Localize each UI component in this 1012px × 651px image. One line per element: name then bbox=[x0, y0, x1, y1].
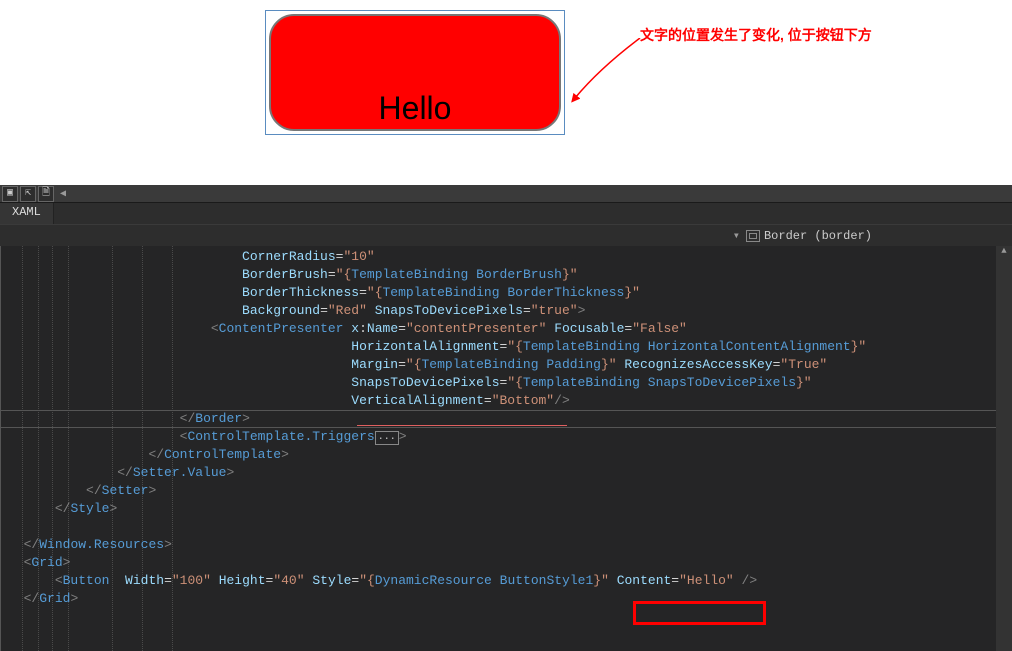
border-element-icon bbox=[746, 230, 760, 242]
breadcrumb-text[interactable]: Border (border) bbox=[764, 229, 872, 243]
toolbar-button-3[interactable]: 🗎 bbox=[38, 186, 54, 202]
tab-xaml[interactable]: XAML bbox=[0, 203, 54, 224]
code-text[interactable]: CornerRadius="10" BorderBrush="{Template… bbox=[8, 248, 1012, 608]
annotation-text: 文字的位置发生了变化, 位于按钮下方 bbox=[640, 25, 872, 45]
design-preview-area: Hello 文字的位置发生了变化, 位于按钮下方 bbox=[0, 0, 1012, 185]
breadcrumb-bar: ▾ Border (border) bbox=[0, 224, 1012, 246]
demo-button-label: Hello bbox=[379, 90, 452, 127]
collapse-toggle[interactable]: ... bbox=[375, 431, 399, 445]
scroll-up-icon[interactable]: ▲ bbox=[996, 246, 1012, 260]
tab-strip: XAML bbox=[0, 203, 1012, 224]
breadcrumb-dropdown-icon[interactable]: ▾ bbox=[733, 228, 740, 243]
toolbar-button-2[interactable]: ⇱ bbox=[20, 186, 36, 202]
toolbar-button-1[interactable]: ▣ bbox=[2, 186, 18, 202]
demo-button[interactable]: Hello bbox=[269, 14, 561, 131]
editor-toolbar: ▣ ⇱ 🗎 ◀ bbox=[0, 185, 1012, 203]
xaml-editor: ▣ ⇱ 🗎 ◀ XAML ▾ Border (border) bbox=[0, 185, 1012, 651]
toolbar-scroll-left-icon[interactable]: ◀ bbox=[60, 188, 66, 200]
outline-gutter bbox=[0, 246, 8, 651]
annotation-arrow bbox=[570, 38, 650, 118]
vertical-scrollbar[interactable]: ▲ bbox=[996, 246, 1012, 651]
selection-adorner: Hello bbox=[265, 10, 565, 135]
code-area[interactable]: CornerRadius="10" BorderBrush="{Template… bbox=[0, 246, 1012, 651]
